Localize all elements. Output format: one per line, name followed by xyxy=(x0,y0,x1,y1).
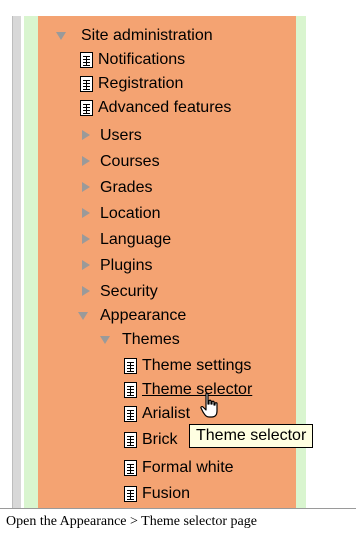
document-icon xyxy=(124,382,137,398)
left-green-margin xyxy=(24,16,38,508)
collapsed-triangle-icon[interactable] xyxy=(82,156,90,166)
collapsed-triangle-icon[interactable] xyxy=(82,182,90,192)
admin-tree-frame: Site administration Notifications Regist… xyxy=(0,0,356,512)
document-icon xyxy=(80,52,93,68)
node-label: Location xyxy=(100,205,161,222)
node-label: Appearance xyxy=(100,307,187,324)
expanded-triangle-icon[interactable] xyxy=(78,312,88,320)
document-icon xyxy=(124,358,137,374)
node-label: Themes xyxy=(122,331,180,348)
document-icon xyxy=(124,432,137,448)
document-icon xyxy=(80,76,93,92)
collapsed-triangle-icon[interactable] xyxy=(82,130,90,140)
node-label: Advanced features xyxy=(98,99,232,116)
node-label: Theme settings xyxy=(142,357,252,374)
document-icon xyxy=(124,460,137,476)
hand-pointer-cursor-icon xyxy=(200,392,218,418)
document-icon xyxy=(124,406,137,422)
tooltip: Theme selector xyxy=(189,424,314,448)
document-icon xyxy=(80,100,93,116)
node-label: Fusion xyxy=(142,485,191,502)
node-label: Notifications xyxy=(98,51,186,68)
collapsed-triangle-icon[interactable] xyxy=(82,234,90,244)
node-label: Registration xyxy=(98,75,184,92)
caption: Open the Appearance > Theme selector pag… xyxy=(6,514,257,529)
node-label: Security xyxy=(100,283,158,300)
expanded-triangle-icon[interactable] xyxy=(100,336,110,344)
node-label: Brick xyxy=(142,431,178,448)
node-label: Site administration xyxy=(81,27,213,44)
node-label: Courses xyxy=(100,153,160,170)
expanded-triangle-icon[interactable] xyxy=(56,32,66,40)
left-scroll-bar xyxy=(12,16,21,508)
collapsed-triangle-icon[interactable] xyxy=(82,208,90,218)
node-label: Plugins xyxy=(100,257,153,274)
document-icon xyxy=(124,486,137,502)
node-label: Arialist xyxy=(142,405,191,422)
node-label: Language xyxy=(100,231,172,248)
collapsed-triangle-icon[interactable] xyxy=(82,286,90,296)
node-label: Formal white xyxy=(142,459,234,476)
theme-selector-link[interactable]: Theme selector xyxy=(142,378,252,402)
node-label: Users xyxy=(100,127,142,144)
divider xyxy=(0,508,356,509)
collapsed-triangle-icon[interactable] xyxy=(82,260,90,270)
node-label: Grades xyxy=(100,179,153,196)
